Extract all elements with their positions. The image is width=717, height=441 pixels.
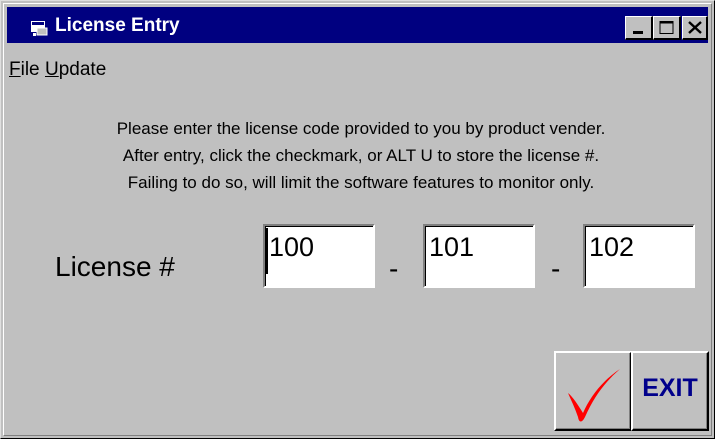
exit-button[interactable]: EXIT <box>631 351 709 431</box>
menu-update[interactable]: Update <box>45 59 106 81</box>
license-separator-2: - <box>551 253 561 284</box>
menu-file-rest: ile <box>20 59 40 80</box>
title-bar[interactable]: License Entry <box>7 7 708 43</box>
close-icon <box>688 21 702 34</box>
instruction-line-3: Failing to do so, will limit the softwar… <box>127 173 595 192</box>
license-segment-1-value: 100 <box>269 232 315 262</box>
menu-update-rest: pdate <box>58 59 107 80</box>
maximize-button[interactable] <box>653 16 681 40</box>
exit-label: EXIT <box>642 374 698 402</box>
menu-file[interactable]: File <box>9 59 40 81</box>
store-license-button[interactable] <box>554 351 632 431</box>
maximize-icon <box>659 21 674 34</box>
license-label: License # <box>55 251 175 282</box>
license-entry-window: License Entry File Update Please enter t… <box>0 0 715 439</box>
close-button[interactable] <box>682 16 708 40</box>
minimize-icon <box>633 31 643 34</box>
license-segment-1-input[interactable]: 100 <box>263 224 375 288</box>
instruction-line-1: Please enter the license code provided t… <box>116 119 606 138</box>
menu-update-accel: U <box>45 59 59 80</box>
license-segment-2-value: 101 <box>429 232 475 262</box>
menu-file-accel: F <box>9 59 21 80</box>
license-separator-1: - <box>389 253 399 284</box>
checkmark-icon <box>568 369 620 422</box>
license-segment-3-input[interactable]: 102 <box>583 224 695 288</box>
instruction-line-2: After entry, click the checkmark, or ALT… <box>122 146 600 165</box>
minimize-button[interactable] <box>625 16 653 40</box>
license-segment-3-value: 102 <box>589 232 635 262</box>
instructions-text: Please enter the license code provided t… <box>31 115 691 196</box>
text-caret <box>266 228 268 274</box>
window-title: License Entry <box>55 15 180 36</box>
menu-bar: File Update <box>7 47 708 80</box>
license-segment-2-input[interactable]: 101 <box>423 224 535 288</box>
app-icon <box>31 21 48 36</box>
